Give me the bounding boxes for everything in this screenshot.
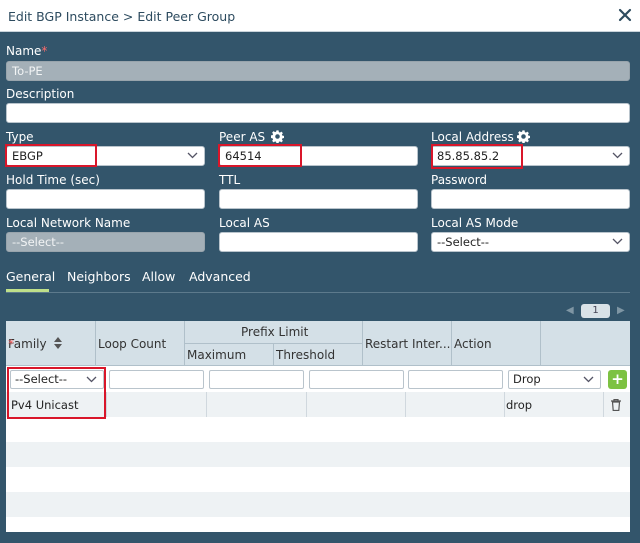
maximum-input[interactable] — [209, 370, 304, 389]
chevron-down-icon — [187, 152, 198, 159]
family-table: Family * Loop Count Prefix Limit Maximum … — [6, 321, 630, 532]
tab-allow[interactable]: Allow — [142, 269, 175, 284]
local-as-mode-select[interactable]: --Select-- — [431, 232, 630, 252]
restart-interval-input[interactable] — [408, 370, 503, 389]
local-network-name-select: --Select-- — [6, 232, 205, 252]
table-row[interactable]: Pv4 Unicast drop — [6, 392, 630, 417]
local-as-field[interactable] — [219, 232, 418, 252]
column-divider — [603, 392, 604, 417]
gear-icon[interactable] — [271, 130, 284, 143]
chevron-down-icon — [612, 238, 623, 245]
row-action: drop — [506, 398, 533, 412]
sort-icon[interactable] — [54, 337, 62, 349]
ttl-field[interactable] — [219, 189, 418, 209]
table-input-row: --Select-- Drop + — [6, 366, 630, 392]
plus-icon: + — [611, 370, 624, 388]
name-label: Name* — [6, 44, 48, 58]
peer-as-field[interactable]: 64514 — [219, 146, 418, 166]
column-divider — [405, 392, 406, 417]
dialog-title: Edit BGP Instance > Edit Peer Group — [8, 9, 236, 24]
family-select[interactable]: --Select-- — [10, 370, 104, 389]
chevron-down-icon — [612, 152, 623, 159]
local-as-mode-value: --Select-- — [437, 235, 490, 249]
local-as-mode-label: Local AS Mode — [431, 216, 519, 230]
chevron-down-icon — [583, 376, 594, 383]
password-label: Password — [431, 173, 488, 187]
peer-as-label: Peer AS — [219, 130, 266, 144]
header-prefix-limit: Prefix Limit — [185, 321, 363, 344]
column-divider — [106, 392, 107, 417]
type-label: Type — [6, 130, 34, 144]
dialog-titlebar: Edit BGP Instance > Edit Peer Group — [0, 0, 640, 32]
local-address-value: 85.85.85.2 — [437, 149, 500, 163]
row-family: Pv4 Unicast — [11, 398, 79, 412]
ttl-label: TTL — [219, 173, 241, 187]
type-select-value: EBGP — [12, 149, 43, 163]
empty-row — [6, 417, 630, 442]
tab-neighbors[interactable]: Neighbors — [67, 269, 131, 284]
local-address-label: Local Address — [431, 130, 514, 144]
chevron-down-icon — [86, 376, 97, 383]
type-select[interactable]: EBGP — [6, 146, 205, 166]
pager-prev-icon[interactable]: ◀ — [566, 305, 574, 316]
empty-row — [6, 492, 630, 517]
action-select[interactable]: Drop — [508, 370, 601, 389]
column-divider — [206, 392, 207, 417]
local-network-name-label: Local Network Name — [6, 216, 131, 230]
header-family[interactable]: Family * — [6, 321, 96, 366]
close-icon[interactable] — [618, 8, 632, 22]
local-as-label: Local AS — [219, 216, 270, 230]
tab-general[interactable]: General — [6, 269, 55, 284]
tab-advanced[interactable]: Advanced — [189, 269, 251, 284]
column-divider — [306, 392, 307, 417]
header-restart-interval: Restart Inter... — [363, 321, 452, 366]
header-controls — [541, 321, 630, 366]
gear-icon[interactable] — [517, 130, 530, 143]
family-select-value: --Select-- — [15, 372, 68, 386]
empty-row — [6, 467, 630, 492]
header-action: Action — [452, 321, 541, 366]
header-maximum: Maximum — [185, 344, 274, 366]
tab-divider — [6, 292, 630, 293]
header-loop-count: Loop Count — [96, 321, 185, 366]
pager-next-icon[interactable]: ▶ — [617, 305, 625, 316]
local-address-select[interactable]: 85.85.85.2 — [431, 146, 630, 166]
empty-row — [6, 442, 630, 467]
name-field: To-PE — [6, 61, 630, 81]
pager-page: 1 — [581, 304, 610, 318]
action-select-value: Drop — [513, 372, 541, 386]
empty-row — [6, 517, 630, 532]
description-label: Description — [6, 87, 75, 101]
password-field[interactable] — [431, 189, 630, 209]
loop-count-input[interactable] — [109, 370, 204, 389]
hold-time-label: Hold Time (sec) — [6, 173, 100, 187]
hold-time-field[interactable] — [6, 189, 205, 209]
column-divider — [504, 392, 505, 417]
dialog-footer — [0, 532, 640, 543]
header-threshold: Threshold — [274, 344, 363, 366]
add-row-button[interactable]: + — [608, 370, 627, 389]
threshold-input[interactable] — [309, 370, 404, 389]
trash-icon[interactable] — [611, 399, 621, 411]
description-field[interactable] — [6, 103, 630, 123]
